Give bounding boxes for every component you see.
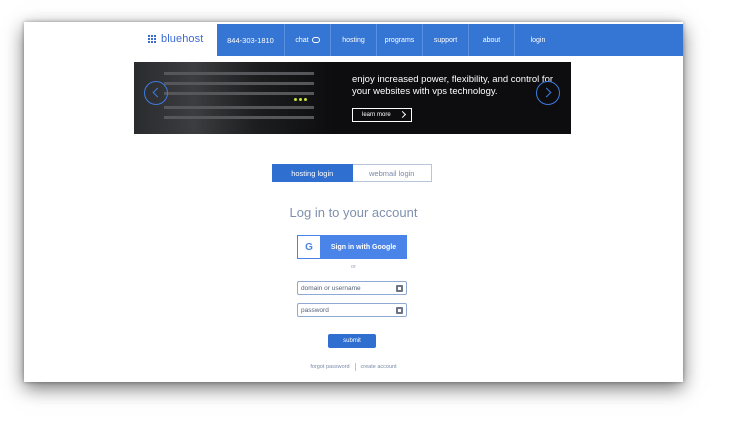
tab-webmail-login[interactable]: webmail login: [352, 164, 432, 182]
nav-phone[interactable]: 844-303-1810: [217, 24, 285, 56]
logo-area: bluehost: [24, 24, 217, 56]
footer-links: forgot password create account: [24, 363, 683, 371]
nav-item-programs[interactable]: programs: [377, 24, 423, 56]
chevron-right-icon: [541, 87, 552, 98]
carousel-next-button[interactable]: [536, 81, 560, 105]
banner-line-1: enjoy increased power, flexibility, and …: [352, 74, 554, 85]
google-g-icon: G: [298, 236, 320, 258]
google-signin-label: Sign in with Google: [330, 243, 397, 251]
nav-item-about[interactable]: about: [469, 24, 515, 56]
nav-item-login[interactable]: login: [515, 24, 561, 56]
carousel-prev-button[interactable]: [144, 81, 168, 105]
promo-banner: enjoy increased power, flexibility, and …: [134, 62, 571, 134]
learn-more-button[interactable]: learn more: [352, 108, 412, 122]
browser-frame: bluehost 844-303-1810 chat hosting progr…: [24, 22, 683, 382]
banner-line-2: your websites with vps technology.: [352, 86, 498, 97]
nav-item-support[interactable]: support: [423, 24, 469, 56]
username-field[interactable]: [297, 281, 407, 295]
nav-item-hosting[interactable]: hosting: [331, 24, 377, 56]
nav-item-chat[interactable]: chat: [285, 24, 331, 56]
username-input[interactable]: [301, 284, 397, 292]
learn-more-label: learn more: [362, 112, 391, 118]
chevron-left-icon: [152, 87, 163, 98]
top-nav: bluehost 844-303-1810 chat hosting progr…: [24, 24, 683, 56]
or-divider: or: [351, 264, 356, 270]
bluehost-logo[interactable]: bluehost: [148, 33, 203, 45]
autofill-key-icon[interactable]: [396, 307, 403, 314]
password-field[interactable]: [297, 303, 407, 317]
banner-headline: enjoy increased power, flexibility, and …: [352, 74, 567, 98]
login-tabs: hosting login webmail login: [272, 164, 432, 182]
chevron-right-icon: [398, 110, 407, 119]
google-signin-button[interactable]: G Sign in with Google: [297, 235, 407, 259]
autofill-key-icon[interactable]: [396, 285, 403, 292]
logo-text: bluehost: [161, 33, 204, 45]
page-title: Log in to your account: [289, 205, 418, 220]
chat-bubble-icon: [311, 37, 320, 43]
divider: [354, 363, 356, 371]
forgot-password-link[interactable]: forgot password: [310, 364, 349, 370]
nav-bar: 844-303-1810 chat hosting programs suppo…: [217, 24, 683, 56]
password-input[interactable]: [301, 306, 397, 314]
logo-grid-icon: [148, 34, 157, 44]
create-account-link[interactable]: create account: [361, 364, 397, 370]
submit-button[interactable]: submit: [328, 334, 376, 348]
nav-item-chat-label: chat: [295, 36, 309, 44]
tab-hosting-login[interactable]: hosting login: [272, 164, 353, 182]
